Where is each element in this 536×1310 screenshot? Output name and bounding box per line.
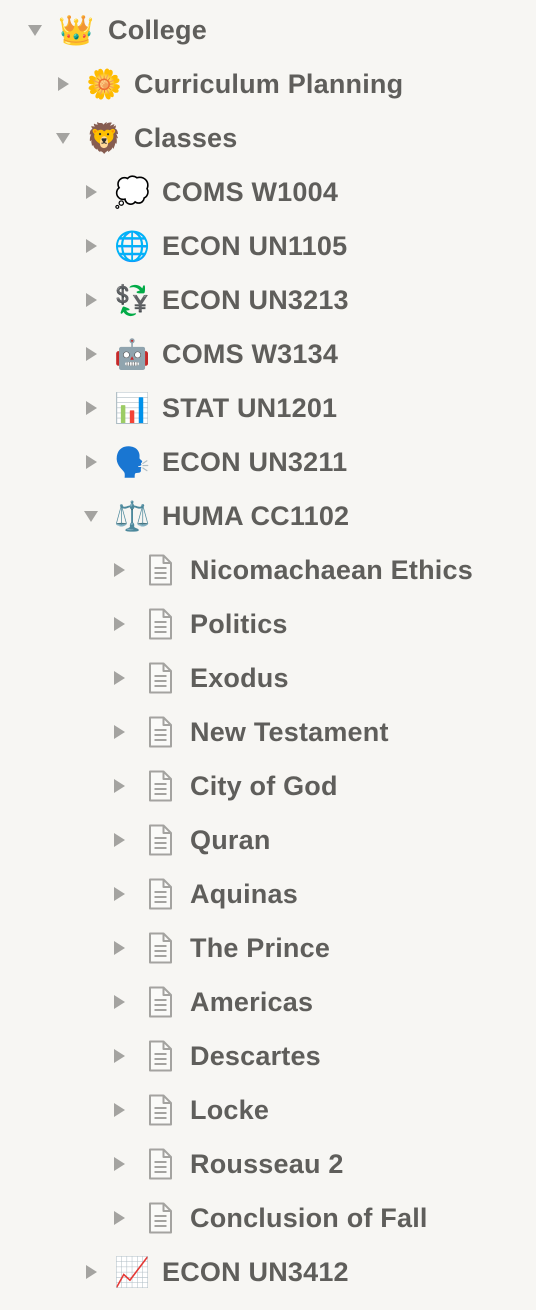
tree-item-course[interactable]: 💱 ECON UN3213 [0,273,536,327]
speaking-head-icon: 🗣️ [113,444,151,479]
collapse-toggle-icon[interactable] [108,721,130,743]
tree-item-label: ECON UN3213 [162,284,349,315]
tree-item-page[interactable]: Locke [0,1083,536,1137]
collapse-toggle-icon[interactable] [108,937,130,959]
thought-balloon-icon: 💭 [113,174,151,209]
tree-item-label: STAT UN1201 [162,392,338,423]
page-icon [142,822,178,858]
page-icon [142,606,178,642]
currency-exchange-icon: 💱 [113,282,151,317]
page-icon [142,714,178,750]
tree-item-curriculum-planning[interactable]: 🌼 Curriculum Planning [0,57,536,111]
expand-toggle-icon[interactable] [24,19,46,41]
bar-chart-icon: 📊 [113,390,151,425]
tree-item-label: Nicomachaean Ethics [190,554,473,585]
collapse-toggle-icon[interactable] [108,1045,130,1067]
collapse-toggle-icon[interactable] [108,1207,130,1229]
collapse-toggle-icon[interactable] [108,1153,130,1175]
page-icon [142,1146,178,1182]
tree-item-label: COMS W3134 [162,338,339,369]
tree-item-label: The Prince [190,932,331,963]
page-icon [142,930,178,966]
tree-item-course[interactable]: 🗣️ ECON UN3211 [0,435,536,489]
collapse-toggle-icon[interactable] [80,397,102,419]
tree-item-label: ECON UN3211 [162,446,348,477]
collapse-toggle-icon[interactable] [108,613,130,635]
collapse-toggle-icon[interactable] [80,1261,102,1283]
tree-item-page[interactable]: Aquinas [0,867,536,921]
tree-item-label: City of God [190,770,338,801]
tree-item-label: Americas [190,986,314,1017]
sidebar-page-tree: 👑 College 🌼 Curriculum Planning 🦁 Classe… [0,3,536,1299]
page-icon [142,984,178,1020]
tree-item-label: HUMA CC1102 [162,500,350,531]
collapse-toggle-icon[interactable] [108,775,130,797]
collapse-toggle-icon[interactable] [108,667,130,689]
page-icon [142,1200,178,1236]
tree-item-page[interactable]: Exodus [0,651,536,705]
page-icon [142,552,178,588]
tree-item-label: Curriculum Planning [134,68,404,99]
tree-item-label: ECON UN1105 [162,230,348,261]
tree-item-course[interactable]: 💭 COMS W1004 [0,165,536,219]
collapse-toggle-icon[interactable] [108,1099,130,1121]
tree-item-label: College [108,14,207,45]
tree-item-page[interactable]: City of God [0,759,536,813]
tree-item-label: Rousseau 2 [190,1148,344,1179]
tree-item-huma[interactable]: ⚖️ HUMA CC1102 [0,489,536,543]
collapse-toggle-icon[interactable] [80,451,102,473]
tree-item-label: ECON UN3412 [162,1256,349,1287]
blossom-icon: 🌼 [85,66,123,101]
tree-item-label: Conclusion of Fall [190,1202,428,1233]
tree-item-label: Aquinas [190,878,298,909]
tree-item-label: Politics [190,608,288,639]
collapse-toggle-icon[interactable] [80,343,102,365]
tree-item-page[interactable]: Americas [0,975,536,1029]
tree-item-page[interactable]: Nicomachaean Ethics [0,543,536,597]
page-icon [142,768,178,804]
tree-item-page[interactable]: The Prince [0,921,536,975]
collapse-toggle-icon[interactable] [108,829,130,851]
tree-item-classes[interactable]: 🦁 Classes [0,111,536,165]
collapse-toggle-icon[interactable] [80,235,102,257]
crown-icon: 👑 [57,12,95,47]
tree-item-page[interactable]: Conclusion of Fall [0,1191,536,1245]
tree-item-page[interactable]: New Testament [0,705,536,759]
tree-item-label: Exodus [190,662,289,693]
tree-item-page[interactable]: Quran [0,813,536,867]
tree-item-college[interactable]: 👑 College [0,3,536,57]
globe-icon: 🌐 [113,228,151,263]
tree-item-course[interactable]: 🌐 ECON UN1105 [0,219,536,273]
tree-item-course[interactable]: 📊 STAT UN1201 [0,381,536,435]
tree-item-course[interactable]: 🤖 COMS W3134 [0,327,536,381]
chart-increasing-icon: 📈 [113,1254,151,1289]
lion-icon: 🦁 [85,120,123,155]
expand-toggle-icon[interactable] [80,505,102,527]
tree-item-page[interactable]: Descartes [0,1029,536,1083]
tree-item-label: Classes [134,122,238,153]
collapse-toggle-icon[interactable] [52,73,74,95]
page-icon [142,876,178,912]
tree-item-label: COMS W1004 [162,176,339,207]
collapse-toggle-icon[interactable] [108,559,130,581]
tree-item-page[interactable]: Rousseau 2 [0,1137,536,1191]
expand-toggle-icon[interactable] [52,127,74,149]
page-icon [142,1038,178,1074]
page-icon [142,660,178,696]
robot-icon: 🤖 [113,336,151,371]
tree-item-label: Descartes [190,1040,321,1071]
page-icon [142,1092,178,1128]
tree-item-label: Locke [190,1094,270,1125]
collapse-toggle-icon[interactable] [108,991,130,1013]
collapse-toggle-icon[interactable] [108,883,130,905]
collapse-toggle-icon[interactable] [80,289,102,311]
tree-item-course[interactable]: 📈 ECON UN3412 [0,1245,536,1299]
tree-item-page[interactable]: Politics [0,597,536,651]
tree-item-label: Quran [190,824,271,855]
collapse-toggle-icon[interactable] [80,181,102,203]
tree-item-label: New Testament [190,716,389,747]
balance-scale-icon: ⚖️ [113,498,151,533]
